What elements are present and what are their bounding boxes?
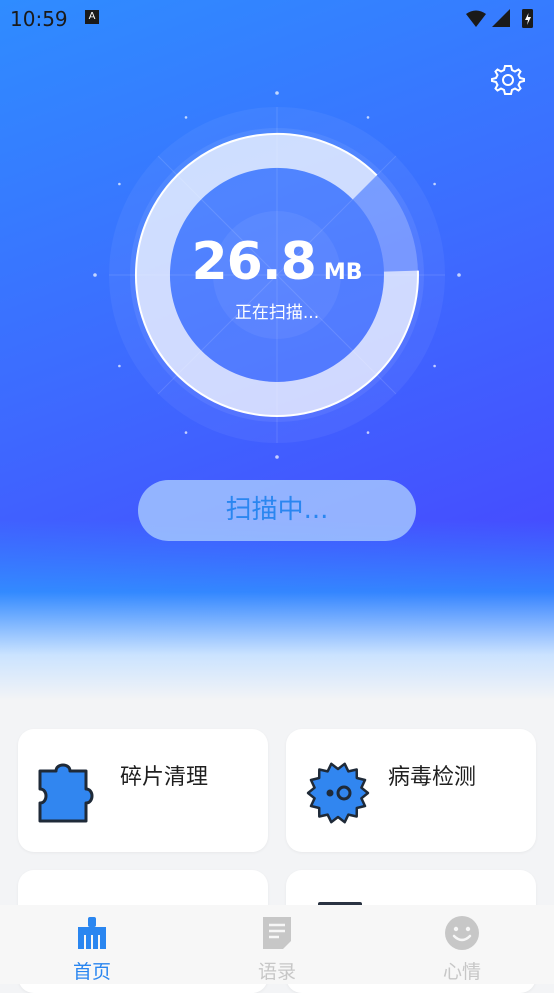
tab-label: 心情 [442, 961, 481, 983]
status-time: 10:59 [10, 7, 68, 31]
feature-label: 碎片清理 [120, 765, 209, 790]
document-icon [263, 917, 291, 949]
feature-card-virus-scan[interactable]: 病毒检测 [286, 729, 536, 852]
wifi-icon [466, 10, 486, 27]
gauge-dot [184, 431, 188, 434]
tab-mood[interactable]: 心情 [370, 905, 554, 984]
tab-home[interactable]: 首页 [0, 905, 184, 984]
tab-label: 首页 [72, 961, 111, 983]
signal-icon [492, 9, 510, 27]
virus-icon [306, 762, 370, 824]
feature-label: 病毒检测 [388, 765, 477, 790]
gauge-dot [433, 364, 436, 368]
settings-button[interactable] [490, 62, 526, 98]
scanned-size-value: 26.8 [191, 232, 317, 292]
gauge-dot [118, 364, 121, 368]
broom-icon [78, 917, 106, 949]
gauge-dot [184, 116, 188, 119]
scan-button[interactable]: 扫描中... [138, 480, 416, 541]
notification-badge-icon: A [85, 10, 99, 24]
scanned-size-unit: MB [323, 260, 363, 285]
gauge-dot [366, 116, 370, 119]
tab-label: 语录 [257, 961, 296, 983]
tab-quotes[interactable]: 语录 [185, 905, 369, 984]
feature-card-fragment-clean[interactable]: 碎片清理 [18, 729, 268, 852]
gauge-dot [366, 431, 370, 434]
gauge-dot [118, 182, 121, 186]
status-bar: 10:59 A [0, 0, 554, 36]
smiley-icon [445, 916, 479, 950]
gauge-dot [275, 455, 279, 459]
puzzle-icon [38, 763, 94, 823]
bottom-tab-bar: 首页 语录 心情 [0, 905, 554, 984]
gauge-dot [275, 91, 279, 95]
scanned-size: 26.8 MB [0, 232, 554, 292]
gear-icon [491, 65, 525, 95]
scan-status-text: 正在扫描... [234, 303, 320, 323]
gauge-dot [433, 182, 436, 186]
status-icons [464, 8, 544, 34]
